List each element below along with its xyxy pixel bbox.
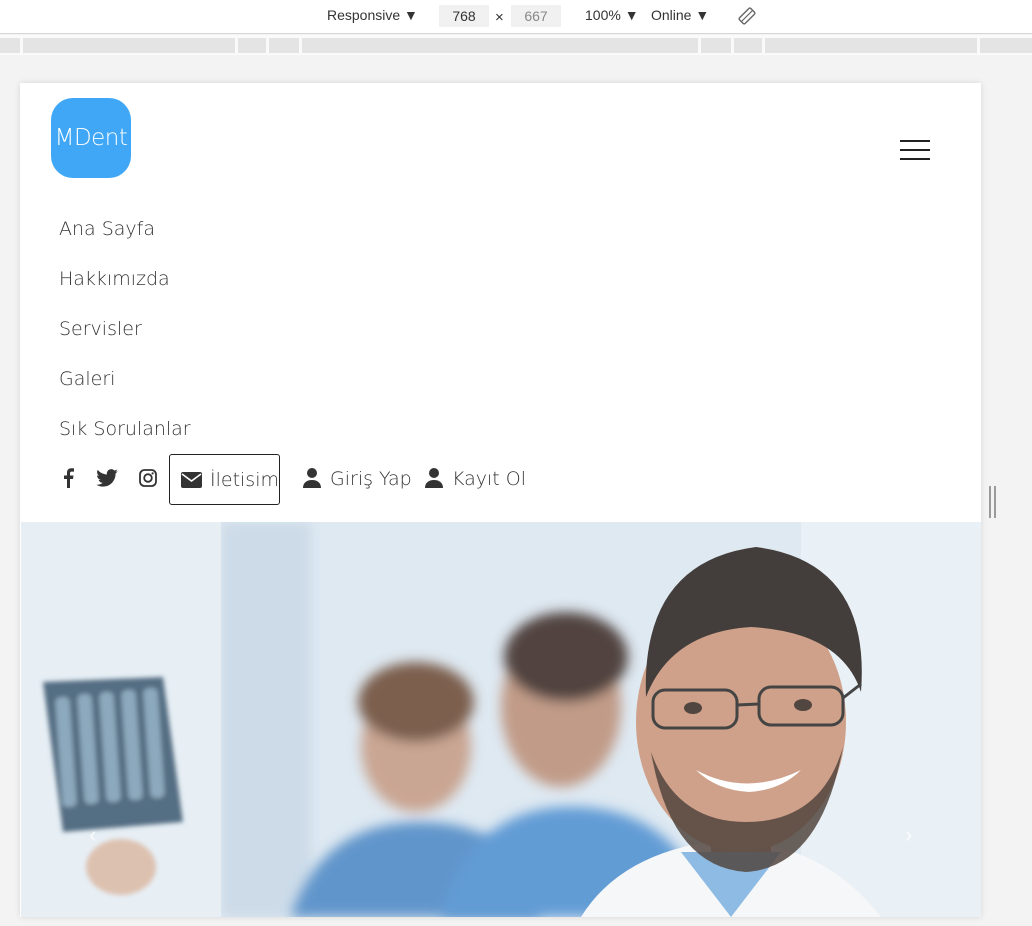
contact-label: İletisim [210,469,279,491]
twitter-icon[interactable] [96,469,118,487]
envelope-icon [181,472,202,488]
user-icon [425,468,443,488]
instagram-icon[interactable] [139,469,157,487]
nav-item-home[interactable]: Ana Sayfa [59,218,155,240]
media-query-segment[interactable] [734,38,762,53]
login-label: Giriş Yap [330,468,412,490]
media-query-segment[interactable] [980,38,1032,53]
carousel-prev-icon[interactable]: ‹ [89,822,96,848]
user-icon [303,468,321,488]
register-label: Kayıt Ol [452,468,527,490]
media-query-segment[interactable] [0,38,20,53]
site-logo[interactable]: MDent [51,98,131,178]
media-query-segment[interactable] [701,38,731,53]
nav-item-about[interactable]: Hakkımızda [59,268,170,290]
contact-button[interactable]: İletisim [169,454,280,505]
media-query-segment[interactable] [238,38,266,53]
zoom-select[interactable]: 100% ▼ [585,7,639,23]
dimension-separator: × [495,9,504,26]
width-input[interactable]: 768 [439,5,489,27]
hero-carousel: ‹ › [21,522,981,917]
rotate-icon[interactable] [738,7,756,25]
device-toolbar: Responsive ▼ 768 × 667 100% ▼ Online ▼ [0,0,1032,34]
nav-item-gallery[interactable]: Galeri [59,368,115,390]
device-select[interactable]: Responsive ▼ [327,7,418,23]
media-query-segment[interactable] [23,38,235,53]
menu-toggle-icon[interactable] [900,139,932,163]
page-viewport: MDent Ana Sayfa Hakkımızda Servisler Gal… [20,83,981,917]
nav-item-services[interactable]: Servisler [59,318,142,340]
media-query-segment[interactable] [302,38,698,53]
throttle-select[interactable]: Online ▼ [651,7,709,23]
nav-item-faq[interactable]: Sık Sorulanlar [59,418,191,440]
media-query-bar [0,35,1032,55]
carousel-next-icon[interactable]: › [905,822,912,848]
media-query-segment[interactable] [765,38,977,53]
height-input[interactable]: 667 [511,5,561,27]
resize-handle[interactable] [989,486,997,518]
hero-image [21,522,981,917]
facebook-icon[interactable] [62,468,74,488]
media-query-segment[interactable] [269,38,299,53]
